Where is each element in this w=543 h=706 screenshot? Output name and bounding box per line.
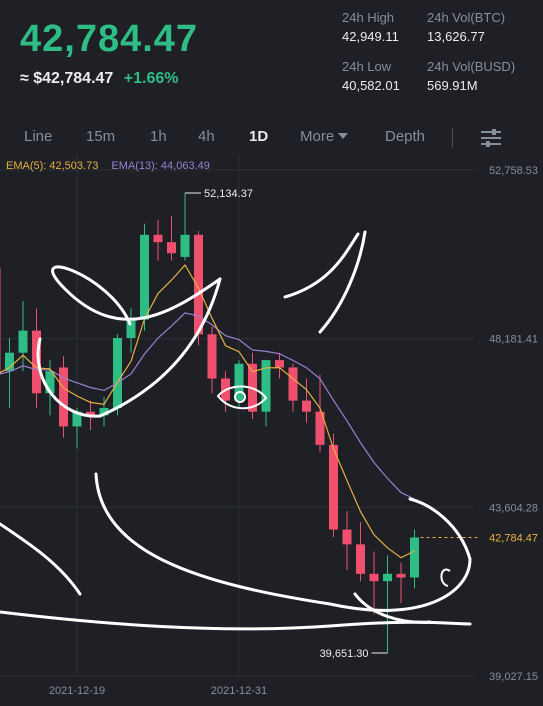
candle-body: [383, 573, 392, 582]
interval-tab-bar: Line 15m 1h 4h 1D More Depth: [0, 118, 543, 154]
tab-1h[interactable]: 1h: [150, 128, 167, 145]
candle-body: [302, 400, 311, 412]
ema13-label: EMA(13): 44,063.49: [111, 160, 210, 172]
stat-value: 13,626.77: [427, 29, 485, 44]
last-price: 42,784.47: [20, 18, 199, 60]
candle-body: [356, 544, 365, 574]
y-tick-label: 52,758.53: [489, 165, 538, 177]
candle-body: [396, 573, 406, 578]
candle-body: [369, 573, 379, 582]
tab-15m[interactable]: 15m: [86, 128, 115, 145]
stat-value: 42,949.11: [342, 29, 399, 44]
candle-body: [288, 367, 298, 401]
candle-body: [194, 234, 203, 335]
stat-label: 24h Vol(BUSD): [427, 59, 516, 74]
candle-body: [167, 242, 176, 254]
fiat-price: ≈ $42,784.47: [20, 70, 114, 87]
candle-body: [5, 352, 14, 372]
doodle-stroke: [0, 522, 82, 596]
high-annotation-label: 52,134.37: [204, 188, 253, 200]
x-tick-label: 2021-12-19: [49, 685, 105, 697]
stat-label: 24h Vol(BTC): [427, 10, 506, 25]
candle-body: [18, 330, 28, 353]
candle-body: [275, 360, 284, 368]
doodle-stroke: [318, 230, 367, 334]
price-change-percent: +1.66%: [123, 70, 179, 87]
stat-label: 24h High: [342, 10, 395, 25]
tab-line[interactable]: Line: [24, 128, 52, 145]
stat-value: 569.91M: [427, 78, 478, 93]
candle-body: [140, 234, 149, 320]
x-tick-label: 2021-12-31: [211, 685, 267, 697]
caret-down-icon: [338, 133, 349, 139]
ema5-label: EMA(5): 42,503.73: [6, 160, 99, 172]
stat-value: 40,582.01: [342, 78, 400, 93]
candlestick-chart[interactable]: EMA(5): 42,503.73 EMA(13): 44,063.49 52,…: [0, 154, 543, 706]
candle-body: [180, 234, 190, 257]
doodle-nostril-icon: [440, 568, 451, 587]
tab-4h[interactable]: 4h: [198, 128, 215, 145]
chart-canvas: 52,758.53 48,181.41 43,604.28 39,027.15 2021…: [0, 154, 538, 697]
tab-more[interactable]: More: [300, 128, 349, 145]
stat-24h-low: 24h Low 40,582.01: [342, 59, 400, 93]
candle-body: [410, 537, 419, 578]
candle-body: [0, 267, 1, 375]
indicator-settings-icon[interactable]: [478, 126, 504, 150]
stat-label: 24h Low: [342, 59, 392, 74]
tab-divider: [452, 128, 453, 148]
current-price-label: 42,784.47: [489, 533, 538, 545]
y-tick-label: 39,027.15: [489, 671, 538, 683]
tab-1d[interactable]: 1D: [249, 128, 268, 145]
stat-24h-high: 24h High 42,949.11: [342, 10, 399, 44]
stat-24h-vol-btc: 24h Vol(BTC) 13,626.77: [427, 10, 505, 44]
candle-body: [113, 337, 122, 408]
ema-legend: EMA(5): 42,503.73 EMA(13): 44,063.49: [6, 160, 220, 172]
ticker-header: 42,784.47 ≈ $42,784.47 +1.66% 24h High 4…: [0, 0, 543, 110]
tab-depth[interactable]: Depth: [385, 128, 425, 145]
candle-body: [207, 334, 217, 379]
low-annotation-label: 39,651.30: [320, 648, 369, 660]
tab-more-label: More: [300, 128, 335, 145]
y-tick-label: 48,181.41: [489, 334, 538, 346]
fiat-price-row: ≈ $42,784.47 +1.66%: [20, 70, 178, 88]
y-tick-label: 43,604.28: [489, 502, 538, 514]
candle-body: [153, 234, 163, 243]
candle-body: [342, 529, 352, 545]
stat-24h-vol-busd: 24h Vol(BUSD) 569.91M: [427, 59, 515, 93]
